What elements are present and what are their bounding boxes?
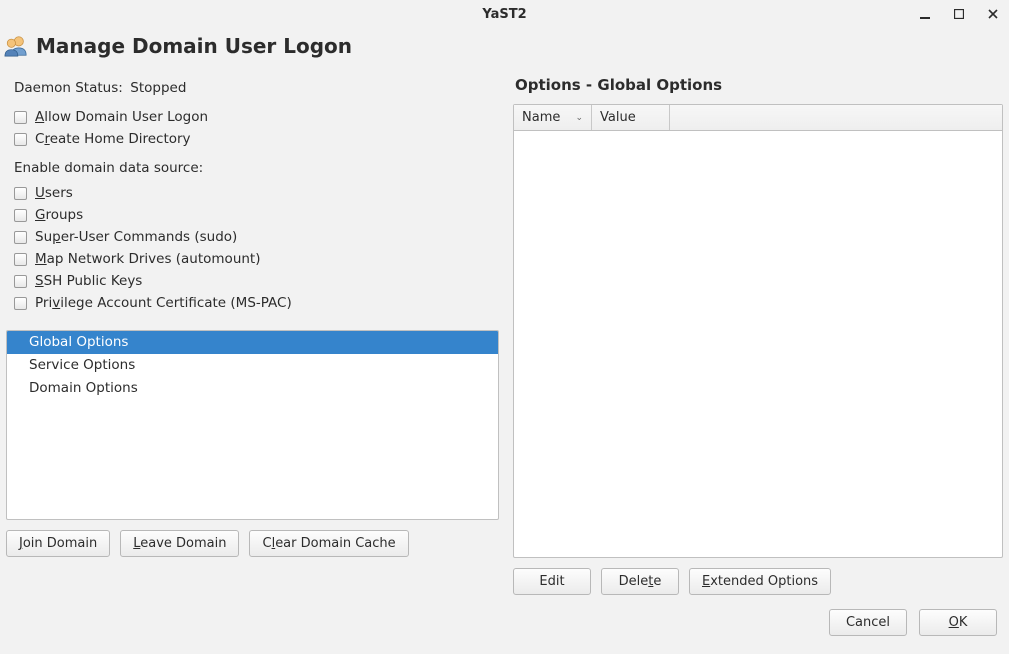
window-title: YaST2 (482, 7, 526, 22)
column-header-value[interactable]: Value (592, 105, 670, 130)
sudo-checkbox[interactable]: Super-User Commands (sudo) (6, 226, 499, 248)
left-panel: Daemon Status: Stopped Allow Domain User… (6, 76, 499, 595)
map-drives-label: Map Network Drives (automount) (35, 251, 261, 267)
ok-button[interactable]: OK (919, 609, 997, 636)
ssh-keys-input[interactable] (14, 275, 27, 288)
sudo-input[interactable] (14, 231, 27, 244)
groups-input[interactable] (14, 209, 27, 222)
options-heading: Options - Global Options (513, 76, 1003, 104)
create-home-directory-checkbox[interactable]: Create Home Directory (6, 128, 499, 150)
maximize-icon[interactable] (951, 6, 967, 22)
page-title: Manage Domain User Logon (36, 34, 352, 58)
left-button-bar: Join Domain Leave Domain Clear Domain Ca… (6, 530, 499, 557)
pac-input[interactable] (14, 297, 27, 310)
pac-checkbox[interactable]: Privilege Account Certificate (MS-PAC) (6, 292, 499, 314)
list-item-service-options[interactable]: Service Options (7, 354, 498, 377)
table-header: Name ⌄ Value (514, 105, 1002, 131)
edit-button[interactable]: Edit (513, 568, 591, 595)
create-home-directory-label: Create Home Directory (35, 131, 191, 147)
groups-label: Groups (35, 207, 83, 223)
clear-domain-cache-button[interactable]: Clear Domain Cache (249, 530, 408, 557)
users-label: Users (35, 185, 73, 201)
right-button-bar: Edit Delete Extended Options (513, 568, 1003, 595)
column-header-spacer (670, 105, 1002, 130)
options-table: Name ⌄ Value (513, 104, 1003, 558)
ssh-keys-label: SSH Public Keys (35, 273, 142, 289)
allow-domain-logon-input[interactable] (14, 111, 27, 124)
allow-domain-logon-label: Allow Domain User Logon (35, 109, 208, 125)
daemon-status-label: Daemon Status: (14, 80, 126, 96)
pac-label: Privilege Account Certificate (MS-PAC) (35, 295, 292, 311)
create-home-directory-input[interactable] (14, 133, 27, 146)
right-panel: Options - Global Options Name ⌄ Value Ed… (513, 76, 1003, 595)
column-header-name-text: Name (522, 110, 560, 125)
ssh-keys-checkbox[interactable]: SSH Public Keys (6, 270, 499, 292)
daemon-status: Daemon Status: Stopped (6, 76, 499, 106)
sort-indicator-icon: ⌄ (575, 113, 583, 123)
groups-checkbox[interactable]: Groups (6, 204, 499, 226)
users-icon (4, 34, 28, 58)
allow-domain-logon-checkbox[interactable]: Allow Domain User Logon (6, 106, 499, 128)
map-drives-input[interactable] (14, 253, 27, 266)
daemon-status-value: Stopped (130, 80, 186, 96)
list-item-global-options[interactable]: Global Options (7, 331, 498, 354)
column-header-name[interactable]: Name ⌄ (514, 105, 592, 130)
extended-options-button[interactable]: Extended Options (689, 568, 831, 595)
cancel-button[interactable]: Cancel (829, 609, 907, 636)
close-icon[interactable] (985, 6, 1001, 22)
join-domain-button[interactable]: Join Domain (6, 530, 110, 557)
column-header-value-text: Value (600, 110, 636, 125)
map-drives-checkbox[interactable]: Map Network Drives (automount) (6, 248, 499, 270)
options-category-list[interactable]: Global Options Service Options Domain Op… (6, 330, 499, 520)
minimize-icon[interactable] (917, 6, 933, 22)
table-body[interactable] (514, 131, 1002, 557)
page-header: Manage Domain User Logon (0, 28, 1009, 76)
sudo-label: Super-User Commands (sudo) (35, 229, 237, 245)
titlebar: YaST2 (0, 0, 1009, 28)
footer: Cancel OK (0, 595, 1009, 650)
users-checkbox[interactable]: Users (6, 182, 499, 204)
leave-domain-button[interactable]: Leave Domain (120, 530, 239, 557)
list-item-domain-options[interactable]: Domain Options (7, 377, 498, 400)
window-controls (917, 0, 1001, 28)
enable-data-source-label: Enable domain data source: (6, 150, 499, 182)
delete-button[interactable]: Delete (601, 568, 679, 595)
users-input[interactable] (14, 187, 27, 200)
